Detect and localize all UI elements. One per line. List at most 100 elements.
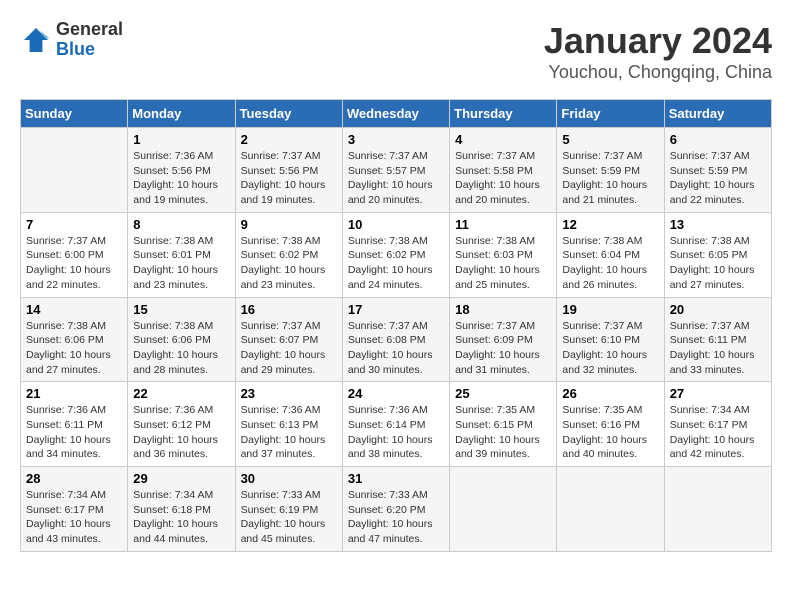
- day-number: 27: [670, 386, 766, 401]
- day-number: 24: [348, 386, 444, 401]
- day-cell: 10 Sunrise: 7:38 AM Sunset: 6:02 PM Dayl…: [342, 212, 449, 297]
- logo-icon: [20, 24, 52, 56]
- day-number: 9: [241, 217, 337, 232]
- day-info: Sunrise: 7:35 AM Sunset: 6:15 PM Dayligh…: [455, 403, 551, 462]
- week-row-1: 1 Sunrise: 7:36 AM Sunset: 5:56 PM Dayli…: [21, 128, 772, 213]
- title-section: January 2024 Youchou, Chongqing, China: [544, 20, 772, 83]
- day-cell: 1 Sunrise: 7:36 AM Sunset: 5:56 PM Dayli…: [128, 128, 235, 213]
- day-cell: 30 Sunrise: 7:33 AM Sunset: 6:19 PM Dayl…: [235, 467, 342, 552]
- day-info: Sunrise: 7:38 AM Sunset: 6:04 PM Dayligh…: [562, 234, 658, 293]
- week-row-4: 21 Sunrise: 7:36 AM Sunset: 6:11 PM Dayl…: [21, 382, 772, 467]
- logo-blue-text: Blue: [56, 40, 123, 60]
- day-cell: [21, 128, 128, 213]
- month-title: January 2024: [544, 20, 772, 62]
- day-cell: 26 Sunrise: 7:35 AM Sunset: 6:16 PM Dayl…: [557, 382, 664, 467]
- header-thursday: Thursday: [450, 100, 557, 128]
- day-number: 2: [241, 132, 337, 147]
- day-cell: 14 Sunrise: 7:38 AM Sunset: 6:06 PM Dayl…: [21, 297, 128, 382]
- day-info: Sunrise: 7:37 AM Sunset: 6:08 PM Dayligh…: [348, 319, 444, 378]
- day-cell: 29 Sunrise: 7:34 AM Sunset: 6:18 PM Dayl…: [128, 467, 235, 552]
- day-info: Sunrise: 7:38 AM Sunset: 6:01 PM Dayligh…: [133, 234, 229, 293]
- day-cell: 2 Sunrise: 7:37 AM Sunset: 5:56 PM Dayli…: [235, 128, 342, 213]
- day-number: 18: [455, 302, 551, 317]
- logo-general-text: General: [56, 20, 123, 40]
- day-cell: 7 Sunrise: 7:37 AM Sunset: 6:00 PM Dayli…: [21, 212, 128, 297]
- day-cell: 23 Sunrise: 7:36 AM Sunset: 6:13 PM Dayl…: [235, 382, 342, 467]
- day-cell: [664, 467, 771, 552]
- day-info: Sunrise: 7:35 AM Sunset: 6:16 PM Dayligh…: [562, 403, 658, 462]
- day-cell: 27 Sunrise: 7:34 AM Sunset: 6:17 PM Dayl…: [664, 382, 771, 467]
- day-info: Sunrise: 7:36 AM Sunset: 6:14 PM Dayligh…: [348, 403, 444, 462]
- day-number: 5: [562, 132, 658, 147]
- day-number: 13: [670, 217, 766, 232]
- day-number: 3: [348, 132, 444, 147]
- day-number: 31: [348, 471, 444, 486]
- day-cell: 18 Sunrise: 7:37 AM Sunset: 6:09 PM Dayl…: [450, 297, 557, 382]
- day-number: 22: [133, 386, 229, 401]
- day-info: Sunrise: 7:36 AM Sunset: 6:12 PM Dayligh…: [133, 403, 229, 462]
- header-tuesday: Tuesday: [235, 100, 342, 128]
- day-cell: [450, 467, 557, 552]
- day-number: 12: [562, 217, 658, 232]
- day-info: Sunrise: 7:34 AM Sunset: 6:18 PM Dayligh…: [133, 488, 229, 547]
- calendar-table: SundayMondayTuesdayWednesdayThursdayFrid…: [20, 99, 772, 552]
- day-info: Sunrise: 7:33 AM Sunset: 6:19 PM Dayligh…: [241, 488, 337, 547]
- header-saturday: Saturday: [664, 100, 771, 128]
- day-info: Sunrise: 7:36 AM Sunset: 6:11 PM Dayligh…: [26, 403, 122, 462]
- day-info: Sunrise: 7:34 AM Sunset: 6:17 PM Dayligh…: [26, 488, 122, 547]
- day-number: 16: [241, 302, 337, 317]
- day-cell: 5 Sunrise: 7:37 AM Sunset: 5:59 PM Dayli…: [557, 128, 664, 213]
- day-number: 6: [670, 132, 766, 147]
- header-wednesday: Wednesday: [342, 100, 449, 128]
- day-cell: 8 Sunrise: 7:38 AM Sunset: 6:01 PM Dayli…: [128, 212, 235, 297]
- day-info: Sunrise: 7:36 AM Sunset: 6:13 PM Dayligh…: [241, 403, 337, 462]
- day-info: Sunrise: 7:37 AM Sunset: 5:59 PM Dayligh…: [670, 149, 766, 208]
- day-info: Sunrise: 7:38 AM Sunset: 6:06 PM Dayligh…: [26, 319, 122, 378]
- day-cell: 24 Sunrise: 7:36 AM Sunset: 6:14 PM Dayl…: [342, 382, 449, 467]
- day-number: 8: [133, 217, 229, 232]
- day-cell: 17 Sunrise: 7:37 AM Sunset: 6:08 PM Dayl…: [342, 297, 449, 382]
- week-row-3: 14 Sunrise: 7:38 AM Sunset: 6:06 PM Dayl…: [21, 297, 772, 382]
- day-cell: 11 Sunrise: 7:38 AM Sunset: 6:03 PM Dayl…: [450, 212, 557, 297]
- day-info: Sunrise: 7:38 AM Sunset: 6:05 PM Dayligh…: [670, 234, 766, 293]
- day-cell: 19 Sunrise: 7:37 AM Sunset: 6:10 PM Dayl…: [557, 297, 664, 382]
- day-number: 23: [241, 386, 337, 401]
- page-header: General Blue January 2024 Youchou, Chong…: [20, 20, 772, 83]
- week-row-5: 28 Sunrise: 7:34 AM Sunset: 6:17 PM Dayl…: [21, 467, 772, 552]
- day-cell: 21 Sunrise: 7:36 AM Sunset: 6:11 PM Dayl…: [21, 382, 128, 467]
- week-row-2: 7 Sunrise: 7:37 AM Sunset: 6:00 PM Dayli…: [21, 212, 772, 297]
- day-cell: 22 Sunrise: 7:36 AM Sunset: 6:12 PM Dayl…: [128, 382, 235, 467]
- day-info: Sunrise: 7:38 AM Sunset: 6:02 PM Dayligh…: [348, 234, 444, 293]
- day-info: Sunrise: 7:37 AM Sunset: 6:07 PM Dayligh…: [241, 319, 337, 378]
- day-info: Sunrise: 7:38 AM Sunset: 6:02 PM Dayligh…: [241, 234, 337, 293]
- day-info: Sunrise: 7:37 AM Sunset: 5:58 PM Dayligh…: [455, 149, 551, 208]
- day-cell: 31 Sunrise: 7:33 AM Sunset: 6:20 PM Dayl…: [342, 467, 449, 552]
- day-number: 17: [348, 302, 444, 317]
- day-number: 19: [562, 302, 658, 317]
- day-cell: 20 Sunrise: 7:37 AM Sunset: 6:11 PM Dayl…: [664, 297, 771, 382]
- logo-text: General Blue: [56, 20, 123, 60]
- day-info: Sunrise: 7:37 AM Sunset: 5:56 PM Dayligh…: [241, 149, 337, 208]
- day-cell: 15 Sunrise: 7:38 AM Sunset: 6:06 PM Dayl…: [128, 297, 235, 382]
- day-info: Sunrise: 7:38 AM Sunset: 6:03 PM Dayligh…: [455, 234, 551, 293]
- day-number: 25: [455, 386, 551, 401]
- day-number: 29: [133, 471, 229, 486]
- day-cell: 3 Sunrise: 7:37 AM Sunset: 5:57 PM Dayli…: [342, 128, 449, 213]
- day-number: 20: [670, 302, 766, 317]
- day-number: 21: [26, 386, 122, 401]
- day-info: Sunrise: 7:38 AM Sunset: 6:06 PM Dayligh…: [133, 319, 229, 378]
- day-info: Sunrise: 7:34 AM Sunset: 6:17 PM Dayligh…: [670, 403, 766, 462]
- day-number: 4: [455, 132, 551, 147]
- day-info: Sunrise: 7:37 AM Sunset: 6:09 PM Dayligh…: [455, 319, 551, 378]
- day-cell: [557, 467, 664, 552]
- day-number: 28: [26, 471, 122, 486]
- day-cell: 6 Sunrise: 7:37 AM Sunset: 5:59 PM Dayli…: [664, 128, 771, 213]
- header-friday: Friday: [557, 100, 664, 128]
- day-cell: 12 Sunrise: 7:38 AM Sunset: 6:04 PM Dayl…: [557, 212, 664, 297]
- day-info: Sunrise: 7:33 AM Sunset: 6:20 PM Dayligh…: [348, 488, 444, 547]
- day-number: 1: [133, 132, 229, 147]
- day-info: Sunrise: 7:37 AM Sunset: 6:00 PM Dayligh…: [26, 234, 122, 293]
- day-number: 30: [241, 471, 337, 486]
- day-info: Sunrise: 7:37 AM Sunset: 6:11 PM Dayligh…: [670, 319, 766, 378]
- day-info: Sunrise: 7:36 AM Sunset: 5:56 PM Dayligh…: [133, 149, 229, 208]
